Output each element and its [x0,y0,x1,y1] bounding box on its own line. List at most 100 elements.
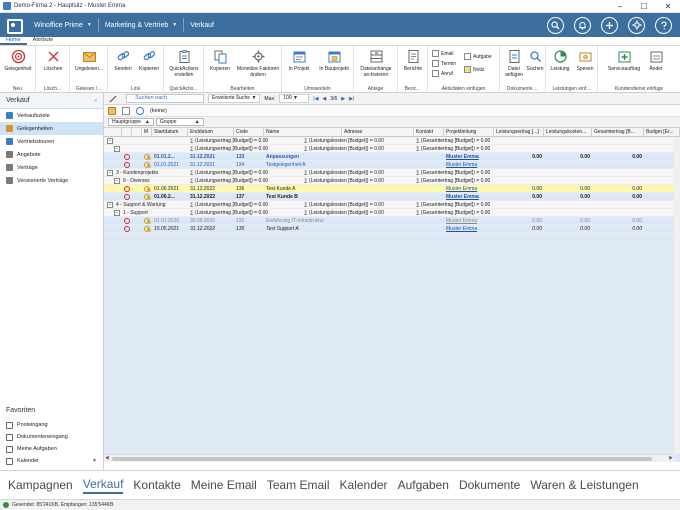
table-row[interactable]: 01.01.2... 31.12.2021 133 Anpassungen Mu… [104,153,680,161]
module-tab-meine-email[interactable]: Meine Email [191,478,257,492]
group-chip-hauptgruppe[interactable]: Hauptgruppe ▲ [108,118,154,126]
col-kontakt[interactable]: Kontakt [414,128,444,137]
scroll-left-icon[interactable]: ◀ [105,455,109,461]
collapse-group-icon[interactable]: − [107,170,113,176]
sidebar-item-gelegenheiten[interactable]: Gelegenheiten [0,122,103,135]
edit-pencil-icon[interactable] [109,95,117,105]
crumb-winoffice[interactable]: Winoffice Prime ▼ [28,13,98,37]
link-send-button[interactable]: Senden [111,49,135,72]
reports-button[interactable]: Berichte [400,49,426,72]
col-flag[interactable] [132,128,142,137]
table-row-selected[interactable]: 01.06.2021 31.12.2022 136 Test Kunde A M… [104,185,680,193]
table-row[interactable]: 01.06.2... 31.12.2022 137 Test Kunde B M… [104,193,680,201]
monetary-factors-button[interactable]: Monetäre Faktoren ändern [236,49,280,78]
module-tab-waren-leistungen[interactable]: Waren & Leistungen [530,478,638,492]
projektleitung-link[interactable]: Muster Emma [444,161,494,169]
sidebar-item-vertraege[interactable]: Verträge [0,161,103,174]
email-activity-button[interactable]: Email [432,49,454,58]
task-activity-button[interactable]: Aufgabe [464,52,492,61]
collapse-group-icon[interactable]: − [114,178,120,184]
gelegenheit-button[interactable]: Gelegenheit [3,49,33,72]
copy-button[interactable]: Kopieren [206,49,234,72]
service-button[interactable]: Leistung [548,49,572,72]
projektleitung-link[interactable]: Muster Emma [444,153,494,161]
favorite-meine-aufgaben[interactable]: Meine Aufgaben [0,443,103,455]
scroll-right-icon[interactable]: ▶ [669,455,673,461]
col-leistungsertrag[interactable]: Leistungsertrag [...] [494,128,544,137]
col-code[interactable]: Code [234,128,264,137]
delete-button[interactable]: Löschen [39,49,67,72]
projektleitung-link[interactable]: Muster Emma [444,217,494,225]
first-page-icon[interactable]: |◀ [313,96,318,102]
minimize-button[interactable]: – [608,0,632,13]
collapse-group-icon[interactable]: − [114,146,120,152]
col-leistungskosten[interactable]: Leistungskosten... [544,128,592,137]
col-enddatum[interactable]: Enddatum [188,128,234,137]
col-name[interactable]: Name [264,128,342,137]
favorite-posteingang[interactable]: Posteingang [0,419,103,431]
maximize-button[interactable]: ☐ [632,0,656,13]
view-icon[interactable] [122,106,130,115]
module-tab-verkauf[interactable]: Verkauf [82,477,124,494]
vertical-scrollbar[interactable] [674,137,680,454]
collapse-group-icon[interactable]: − [107,202,113,208]
col-adresse[interactable]: Adresse [342,128,414,137]
group-chip-gruppe[interactable]: Gruppe ▲ [155,118,204,126]
call-activity-button[interactable]: Anruf [432,69,453,78]
to-project-button[interactable]: In Projekt [284,49,314,72]
collapse-sidebar-icon[interactable]: « [94,98,97,104]
module-tab-kalender[interactable]: Kalender [340,478,388,492]
crumb-marketing[interactable]: Marketing & Vertrieb ▼ [99,13,183,37]
link-copy-button[interactable]: Kopieren [137,49,161,72]
col-expand[interactable] [104,128,122,137]
sidebar-item-versionierte-vertraege[interactable]: Versionierte Verträge [0,174,103,187]
module-tab-kontakte[interactable]: Kontakte [133,478,180,492]
favorites-scroll-down-icon[interactable]: ▼ [92,458,97,464]
table-row[interactable]: 01.01.2020 30.06.2020 132 Einführung IT-… [104,217,680,225]
to-construction-project-button[interactable]: In Bauprojekt [316,49,352,72]
col-status[interactable] [122,128,132,137]
archive-attachments-button[interactable]: Dateianhänge archivieren [356,49,396,78]
collapse-group-icon[interactable]: − [107,138,113,144]
sidebar-item-verkaufsziele[interactable]: Verkaufsziele [0,109,103,122]
col-gesamtertrag[interactable]: Gesamtertrag [B... [592,128,644,137]
module-tab-dokumente[interactable]: Dokumente [459,478,520,492]
quickactions-button[interactable]: QuickActions erstellen [166,49,202,78]
gear-icon[interactable] [628,16,645,34]
col-projektleitung[interactable]: Projektleitung [444,128,494,137]
last-page-icon[interactable]: ▶| [349,96,354,102]
collapse-group-icon[interactable]: − [114,210,120,216]
note-activity-button[interactable]: Notiz [464,65,484,74]
module-tab-aufgaben[interactable]: Aufgaben [398,478,449,492]
tab-home[interactable]: Home [0,36,27,45]
sidebar-item-vertriebstouren[interactable]: Vertriebstouren [0,135,103,148]
folder-icon[interactable] [108,106,116,115]
projektleitung-link[interactable]: Muster Emma [444,225,494,233]
change-button[interactable]: Änder [646,49,666,72]
plus-icon[interactable] [601,16,618,34]
advanced-search-dropdown[interactable]: Erweiterte Suche ▼ [208,94,261,103]
favorite-dokumenteneingang[interactable]: Dokumenteneingang [0,431,103,443]
favorite-kalender[interactable]: Kalender ▼ [0,455,103,467]
search-icon[interactable] [547,16,564,34]
tab-attribute[interactable]: Attribute [27,36,59,45]
table-row[interactable]: 01.01.2021 31.12.2021 134 Testgelegenhei… [104,161,680,169]
appointment-activity-button[interactable]: Termin [432,59,456,68]
expenses-button[interactable]: Spesen [573,49,597,72]
sidebar-item-angebote[interactable]: Angebote [0,148,103,161]
col-startdatum[interactable]: Startdatum [152,128,188,137]
max-results-select[interactable]: 100 ▼ [279,94,310,103]
person-icon[interactable] [136,106,144,115]
horizontal-scrollbar[interactable]: ◀ ▶ [104,454,674,462]
close-button[interactable]: ✕ [656,0,680,13]
document-search-button[interactable]: Suchen [526,49,544,72]
service-order-button[interactable]: Serviceauftrag [604,49,644,72]
next-page-icon[interactable]: ▶ [341,96,345,102]
prev-page-icon[interactable]: ◀ [322,96,326,102]
search-input[interactable]: Suchen nach [126,94,204,103]
crumb-verkauf[interactable]: Verkauf [184,13,220,37]
attach-file-button[interactable]: Datei anfügen [502,49,526,78]
bell-icon[interactable] [574,16,591,34]
projektleitung-link[interactable]: Muster Emma [444,193,494,201]
table-row[interactable]: 15.05.2021 31.12.2022 135 Test Support A… [104,225,680,233]
